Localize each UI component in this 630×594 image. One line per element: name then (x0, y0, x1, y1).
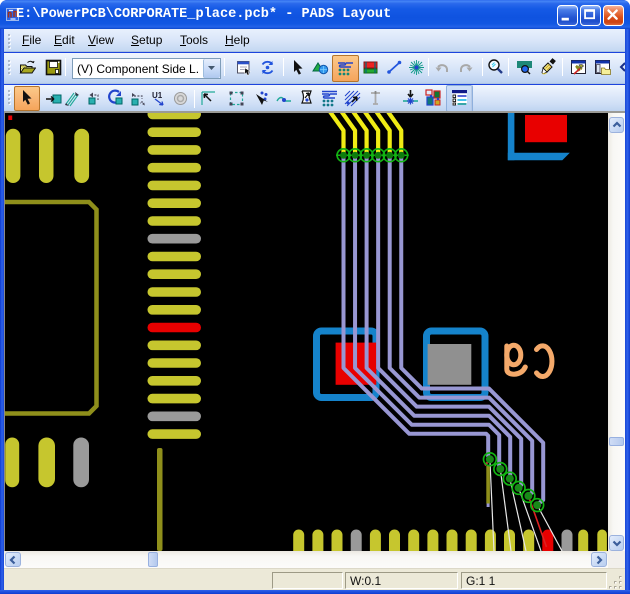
svg-text:U1: U1 (152, 91, 163, 100)
